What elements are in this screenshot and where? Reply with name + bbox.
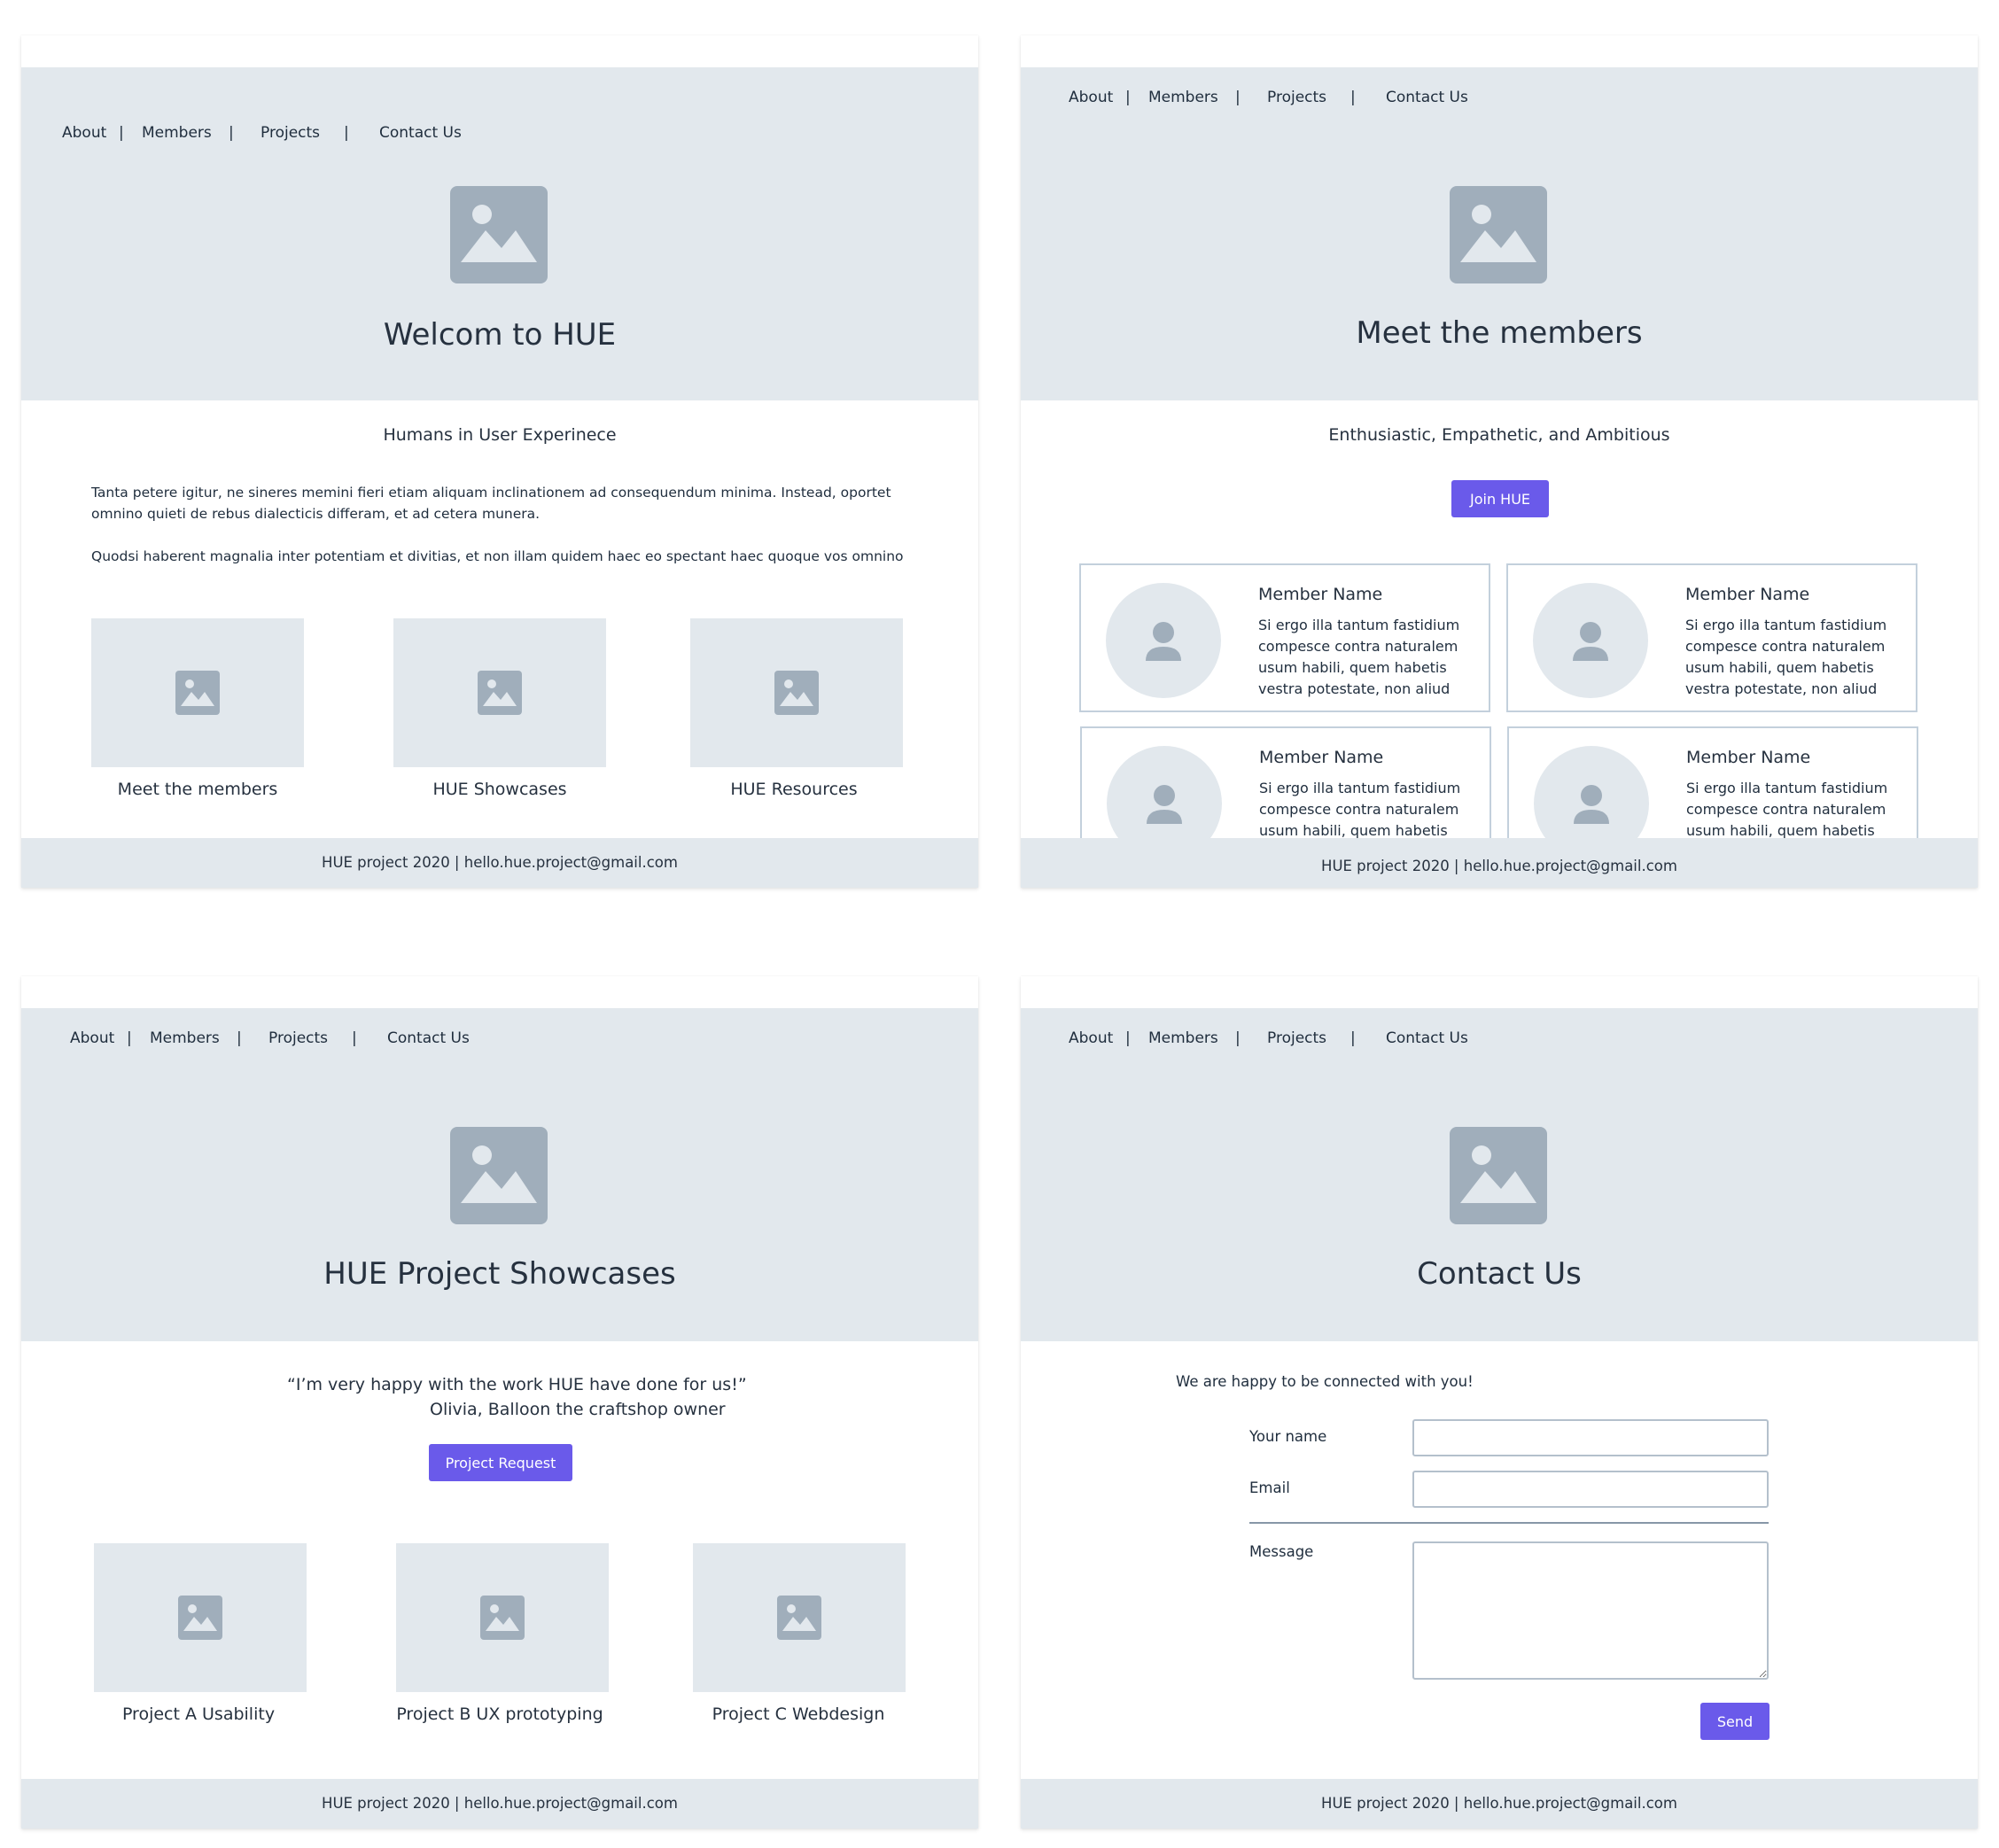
- nav-separator: |: [229, 124, 234, 142]
- nav-separator: |: [1350, 89, 1356, 106]
- contact-page: About | Members | Projects | Contact Us …: [1021, 976, 1978, 1829]
- nav-separator: |: [127, 1029, 132, 1047]
- footer: HUE project 2020 | hello.hue.project@gma…: [1021, 838, 1978, 888]
- member-name: Member Name: [1685, 585, 1810, 604]
- member-card[interactable]: Member Name Si ergo illa tantum fastidiu…: [1079, 563, 1490, 712]
- name-label: Your name: [1249, 1428, 1327, 1445]
- nav-separator: |: [1125, 1029, 1131, 1047]
- project-card-image[interactable]: [693, 1543, 906, 1692]
- intro-paragraph: Tanta petere igitur, ne sineres memini f…: [91, 485, 891, 522]
- footer: HUE project 2020 | hello.hue.project@gma…: [1021, 1779, 1978, 1829]
- nav-about[interactable]: About: [62, 124, 106, 142]
- member-bio: Si ergo illa tantum fastidium compesce c…: [1685, 617, 1887, 697]
- showcases-card-image[interactable]: [393, 618, 606, 767]
- footer: HUE project 2020 | hello.hue.project@gma…: [21, 838, 978, 888]
- footer: HUE project 2020 | hello.hue.project@gma…: [21, 1779, 978, 1829]
- form-divider: [1249, 1522, 1769, 1524]
- member-name: Member Name: [1259, 748, 1384, 767]
- avatar: [1533, 583, 1648, 698]
- nav-members[interactable]: Members: [1148, 1029, 1218, 1047]
- intro-paragraph: Quodsi haberent magnalia inter potentiam…: [91, 548, 904, 564]
- member-bio: Si ergo illa tantum fastidium compesce c…: [1258, 617, 1460, 697]
- project-request-button[interactable]: Project Request: [429, 1444, 572, 1481]
- avatar: [1107, 746, 1222, 849]
- page-title: Meet the members: [1356, 315, 1643, 351]
- image-placeholder-icon: [1450, 1127, 1547, 1224]
- member-name: Member Name: [1258, 585, 1383, 604]
- member-card[interactable]: Member Name Si ergo illa tantum fastidiu…: [1506, 563, 1917, 712]
- image-placeholder-icon: [774, 671, 819, 715]
- testimonial-author: Olivia, Balloon the craftshop owner: [430, 1400, 726, 1419]
- project-label[interactable]: Project C Webdesign: [665, 1704, 931, 1724]
- nav-about[interactable]: About: [1069, 1029, 1113, 1047]
- message-textarea[interactable]: [1412, 1541, 1769, 1680]
- hero-banner: About | Members | Projects | Contact Us …: [1021, 1008, 1978, 1341]
- member-card[interactable]: Member Name Si ergo illa tantum fastidiu…: [1080, 726, 1491, 850]
- image-placeholder-icon: [450, 1127, 548, 1224]
- nav-projects[interactable]: Projects: [261, 124, 320, 142]
- nav-separator: |: [119, 124, 124, 142]
- project-card-image[interactable]: [94, 1543, 307, 1692]
- image-placeholder-icon: [777, 1596, 821, 1640]
- member-name: Member Name: [1686, 748, 1811, 767]
- page-title: Contact Us: [1417, 1256, 1582, 1292]
- nav-about[interactable]: About: [70, 1029, 114, 1047]
- card-label[interactable]: HUE Resources: [661, 780, 927, 799]
- hero-banner: About | Members | Projects | Contact Us …: [1021, 67, 1978, 400]
- card-label[interactable]: HUE Showcases: [367, 780, 633, 799]
- avatar: [1534, 746, 1649, 849]
- nav-about[interactable]: About: [1069, 89, 1113, 106]
- nav-contact-us[interactable]: Contact Us: [1386, 89, 1468, 106]
- image-placeholder-icon: [450, 186, 548, 283]
- nav-members[interactable]: Members: [150, 1029, 220, 1047]
- home-page: About | Members | Projects | Contact Us …: [21, 35, 978, 888]
- nav-members[interactable]: Members: [142, 124, 212, 142]
- members-card-image[interactable]: [91, 618, 304, 767]
- member-card[interactable]: Member Name Si ergo illa tantum fastidiu…: [1507, 726, 1918, 850]
- page-title: Welcom to HUE: [383, 317, 617, 353]
- send-button[interactable]: Send: [1700, 1703, 1770, 1740]
- page-subtitle: Humans in User Experinece: [383, 425, 617, 445]
- nav-separator: |: [1125, 89, 1131, 106]
- image-placeholder-icon: [480, 1596, 525, 1640]
- testimonial-quote: “I’m very happy with the work HUE have d…: [287, 1375, 747, 1394]
- image-placeholder-icon: [478, 671, 522, 715]
- message-label: Message: [1249, 1543, 1314, 1560]
- page-title: HUE Project Showcases: [323, 1256, 676, 1292]
- page-subtitle: Enthusiastic, Empathetic, and Ambitious: [1328, 425, 1670, 445]
- avatar: [1106, 583, 1221, 698]
- nav-contact-us[interactable]: Contact Us: [379, 124, 462, 142]
- image-placeholder-icon: [1450, 186, 1547, 283]
- name-input[interactable]: [1412, 1419, 1769, 1456]
- project-label[interactable]: Project A Usability: [66, 1704, 331, 1724]
- resources-card-image[interactable]: [690, 618, 903, 767]
- card-label[interactable]: Meet the members: [65, 780, 331, 799]
- nav-separator: |: [1235, 89, 1241, 106]
- hero-banner: About | Members | Projects | Contact Us …: [21, 1008, 978, 1341]
- members-page: About | Members | Projects | Contact Us …: [1021, 35, 1978, 888]
- join-hue-button[interactable]: Join HUE: [1451, 480, 1549, 517]
- nav-separator: |: [1350, 1029, 1356, 1047]
- image-placeholder-icon: [175, 671, 220, 715]
- hero-banner: About | Members | Projects | Contact Us …: [21, 67, 978, 400]
- nav-separator: |: [352, 1029, 357, 1047]
- contact-intro: We are happy to be connected with you!: [1176, 1373, 1474, 1390]
- email-input[interactable]: [1412, 1471, 1769, 1508]
- nav-projects[interactable]: Projects: [1267, 1029, 1326, 1047]
- nav-separator: |: [1235, 1029, 1241, 1047]
- showcases-page: About | Members | Projects | Contact Us …: [21, 976, 978, 1829]
- nav-contact-us[interactable]: Contact Us: [387, 1029, 470, 1047]
- image-placeholder-icon: [178, 1596, 222, 1640]
- nav-projects[interactable]: Projects: [268, 1029, 328, 1047]
- nav-separator: |: [344, 124, 349, 142]
- nav-separator: |: [237, 1029, 242, 1047]
- nav-members[interactable]: Members: [1148, 89, 1218, 106]
- nav-projects[interactable]: Projects: [1267, 89, 1326, 106]
- nav-contact-us[interactable]: Contact Us: [1386, 1029, 1468, 1047]
- project-card-image[interactable]: [396, 1543, 609, 1692]
- project-label[interactable]: Project B UX prototyping: [367, 1704, 633, 1724]
- email-label: Email: [1249, 1479, 1290, 1496]
